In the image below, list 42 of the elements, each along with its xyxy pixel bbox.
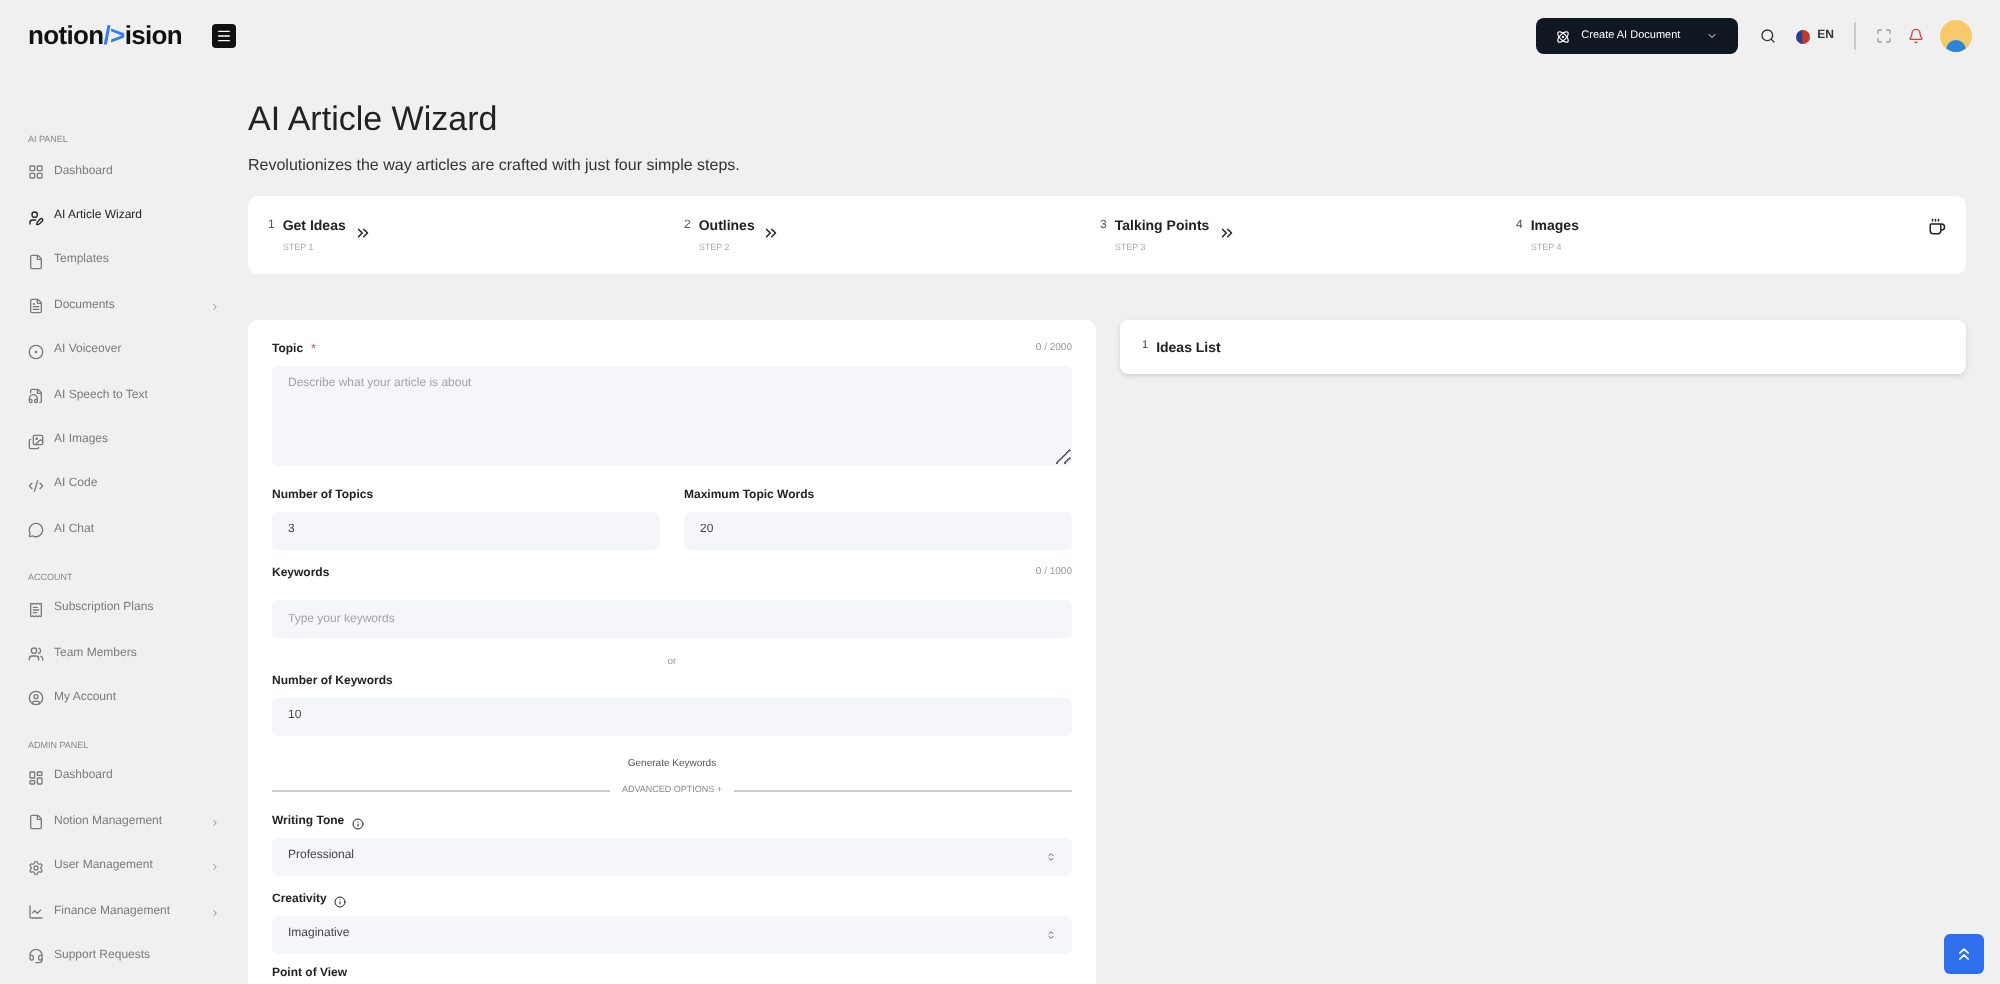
page-title: AI Article Wizard [248,100,500,140]
scroll-to-top-button[interactable] [1944,934,1984,974]
menu-icon [216,28,233,44]
search-icon[interactable] [1759,28,1776,44]
menu-toggle-button[interactable] [212,24,237,48]
audio-file-icon [28,388,44,405]
sort-arrows-icon [1046,930,1056,940]
user-circle-icon [28,690,44,707]
user-pen-icon [28,209,44,226]
chevron-right-icon [210,817,220,828]
chevron-right-icon [210,862,220,873]
double-chevron-up-icon [1954,944,1974,964]
double-chevron-icon [353,224,372,242]
notification-icon[interactable] [1908,28,1924,44]
file-icon [28,253,44,270]
circle-icon [28,343,44,360]
chart-icon [28,904,44,921]
code-icon [28,477,44,494]
users-icon [28,646,44,663]
file-icon [28,814,44,831]
chevron-right-icon [210,301,220,312]
info-icon[interactable] [352,817,365,829]
logo[interactable]: notion/>ision [28,16,183,56]
images-icon [28,433,44,450]
receipt-icon [28,601,44,618]
chevron-right-icon [210,907,220,918]
gear-icon [28,859,44,876]
sort-arrows-icon [1046,852,1056,862]
cup-icon [1928,218,1946,236]
page-subtitle: Revolutionizes the way articles are crafted with just four simple steps. [248,154,742,178]
atom-icon [1555,29,1570,43]
grid-icon [28,164,44,181]
avatar[interactable] [1940,20,1972,52]
headset-icon [28,948,44,965]
document-icon [28,298,44,315]
double-chevron-icon [1217,224,1236,242]
chevron-down-icon [1705,30,1718,42]
grid-icon [28,769,44,786]
flag-icon [1795,29,1810,43]
info-icon[interactable] [334,895,347,907]
chat-icon [28,522,44,539]
double-chevron-icon [762,224,781,242]
